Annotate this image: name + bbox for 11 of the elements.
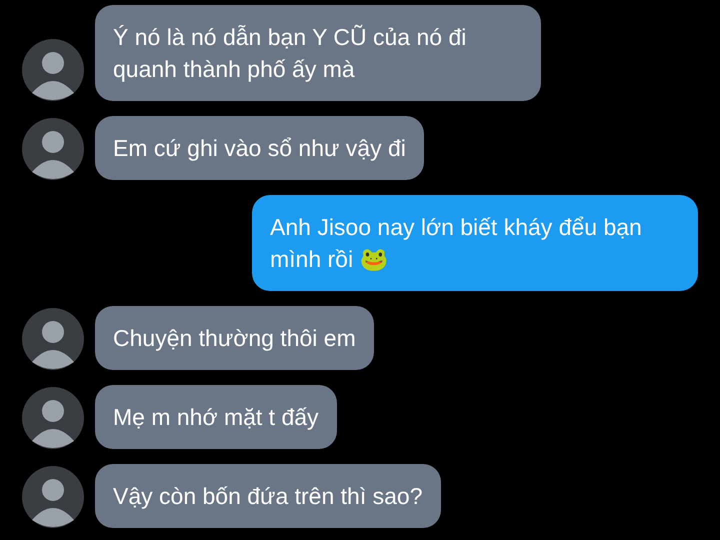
- avatar: [22, 39, 84, 101]
- avatar: [22, 466, 84, 528]
- avatar: [22, 118, 84, 180]
- message-text: Anh Jisoo nay lớn biết kháy đểu bạn mình rồi 🐸: [270, 214, 642, 272]
- message-text: Em cứ ghi vào sổ như vậy đi: [113, 135, 406, 161]
- message-text: Mẹ m nhớ mặt t đấy: [113, 404, 319, 430]
- message-text: Vậy còn bốn đứa trên thì sao?: [113, 483, 422, 509]
- message-text: Ý nó là nó dẫn bạn Y CŨ của nó đi quanh thành phố ấy mà: [113, 24, 466, 82]
- avatar: [22, 387, 84, 449]
- avatar: [22, 308, 84, 370]
- message-text: Chuyện thường thôi em: [113, 325, 356, 351]
